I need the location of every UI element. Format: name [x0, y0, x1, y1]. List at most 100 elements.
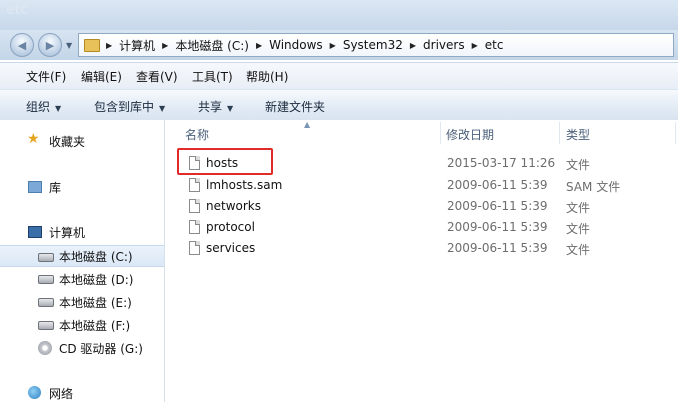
menu-bar: 文件(F) 编辑(E) 查看(V) 工具(T) 帮助(H)	[0, 62, 678, 89]
navigation-pane: ★ 收藏夹 库 计算机 本地磁盘 (C:) 本地磁盘 (D:) 本地磁盘 (E:…	[0, 120, 165, 402]
chevron-right-icon[interactable]: ▶	[162, 41, 168, 50]
sidebar-item-label[interactable]: 库	[49, 179, 61, 196]
sidebar-item-computer[interactable]: 计算机	[0, 221, 164, 243]
sidebar-item-network[interactable]: 网络	[0, 382, 164, 404]
dropdown-caret-icon[interactable]: ▼	[159, 104, 165, 113]
file-row-networks[interactable]: networks 2009-06-11 5:39 文件	[165, 196, 678, 217]
sidebar-item-drive-d[interactable]: 本地磁盘 (D:)	[0, 268, 164, 290]
file-name[interactable]: protocol	[206, 220, 255, 234]
drive-icon	[38, 321, 54, 330]
star-icon: ★	[27, 131, 40, 147]
column-header: ▲ 名称 修改日期 类型	[165, 120, 678, 146]
forward-arrow-icon: ▶	[45, 38, 55, 52]
breadcrumb-computer[interactable]: 计算机 ▶	[119, 37, 175, 54]
chevron-right-icon[interactable]: ▶	[256, 41, 262, 50]
sidebar-item-label[interactable]: 本地磁盘 (E:)	[59, 294, 132, 311]
window-title: etc	[6, 2, 28, 18]
sidebar-item-label[interactable]: 收藏夹	[49, 133, 85, 150]
sidebar-item-libraries[interactable]: 库	[0, 176, 164, 198]
sidebar-item-label[interactable]: 本地磁盘 (D:)	[59, 271, 133, 288]
file-name[interactable]: networks	[206, 199, 261, 213]
sidebar-item-drive-f[interactable]: 本地磁盘 (F:)	[0, 314, 164, 336]
breadcrumb-label[interactable]: Windows	[269, 38, 323, 52]
breadcrumb-etc[interactable]: etc	[485, 38, 504, 52]
file-row-protocol[interactable]: protocol 2009-06-11 5:39 文件	[165, 217, 678, 238]
sidebar-item-label[interactable]: 计算机	[49, 224, 85, 241]
file-type: 文件	[566, 243, 591, 257]
file-row-services[interactable]: services 2009-06-11 5:39 文件	[165, 238, 678, 259]
breadcrumb-label[interactable]: drivers	[423, 38, 465, 52]
column-divider[interactable]	[440, 122, 441, 144]
dropdown-caret-icon[interactable]: ▼	[227, 104, 233, 113]
new-folder-label[interactable]: 新建文件夹	[265, 100, 325, 114]
recent-pages-dropdown-icon[interactable]: ▼	[66, 41, 72, 50]
column-divider[interactable]	[675, 122, 676, 144]
file-date: 2015-03-17 11:26	[447, 156, 556, 170]
computer-icon	[28, 226, 42, 238]
file-type: 文件	[566, 158, 591, 172]
breadcrumb-windows[interactable]: Windows ▶	[269, 38, 343, 52]
menu-help[interactable]: 帮助(H)	[246, 68, 288, 85]
chevron-right-icon[interactable]: ▶	[410, 41, 416, 50]
dropdown-caret-icon[interactable]: ▼	[55, 104, 61, 113]
file-row-lmhosts[interactable]: lmhosts.sam 2009-06-11 5:39 SAM 文件	[165, 175, 678, 196]
file-date: 2009-06-11 5:39	[447, 199, 548, 213]
sidebar-item-label[interactable]: 本地磁盘 (C:)	[59, 248, 133, 265]
sidebar-item-label[interactable]: CD 驱动器 (G:)	[59, 340, 143, 357]
organize-button[interactable]: 组织 ▼	[26, 98, 61, 115]
column-type[interactable]: 类型	[566, 126, 590, 143]
sidebar-item-cd-drive[interactable]: CD 驱动器 (G:)	[0, 337, 164, 359]
menu-tools[interactable]: 工具(T)	[192, 68, 233, 85]
breadcrumb-root-arrow[interactable]: ▶	[104, 41, 119, 50]
drive-icon	[38, 298, 54, 307]
organize-label[interactable]: 组织	[26, 100, 50, 114]
column-date-modified[interactable]: 修改日期	[446, 126, 494, 143]
breadcrumb-label[interactable]: 本地磁盘 (C:)	[175, 37, 249, 54]
forward-button[interactable]: ▶	[38, 33, 62, 57]
file-date: 2009-06-11 5:39	[447, 220, 548, 234]
share-button[interactable]: 共享 ▼	[198, 98, 233, 115]
share-label[interactable]: 共享	[198, 100, 222, 114]
breadcrumb-drivers[interactable]: drivers ▶	[423, 38, 485, 52]
drive-icon	[38, 275, 54, 284]
highlight-box	[177, 148, 273, 175]
chevron-right-icon[interactable]: ▶	[472, 41, 478, 50]
folder-icon	[84, 38, 100, 52]
sidebar-item-label[interactable]: 本地磁盘 (F:)	[59, 317, 130, 334]
breadcrumb-system32[interactable]: System32 ▶	[343, 38, 423, 52]
menu-edit[interactable]: 编辑(E)	[81, 68, 122, 85]
file-icon	[189, 199, 200, 213]
breadcrumb-label[interactable]: 计算机	[119, 37, 155, 54]
command-bar: 组织 ▼ 包含到库中 ▼ 共享 ▼ 新建文件夹	[0, 89, 678, 121]
file-name[interactable]: lmhosts.sam	[206, 178, 282, 192]
file-type: 文件	[566, 201, 591, 215]
sidebar-item-drive-c[interactable]: 本地磁盘 (C:)	[0, 245, 164, 267]
breadcrumb-drive-c[interactable]: 本地磁盘 (C:) ▶	[175, 37, 269, 54]
file-date: 2009-06-11 5:39	[447, 241, 548, 255]
chevron-right-icon[interactable]: ▶	[106, 41, 112, 50]
sidebar-item-favorites[interactable]: ★ 收藏夹	[0, 130, 164, 152]
sidebar-item-drive-e[interactable]: 本地磁盘 (E:)	[0, 291, 164, 313]
menu-view[interactable]: 查看(V)	[136, 68, 178, 85]
column-divider[interactable]	[559, 122, 560, 144]
new-folder-button[interactable]: 新建文件夹	[265, 98, 325, 115]
file-icon	[189, 241, 200, 255]
back-arrow-icon: ◀	[17, 38, 27, 52]
chevron-right-icon[interactable]: ▶	[330, 41, 336, 50]
file-icon	[189, 220, 200, 234]
file-type: SAM 文件	[566, 180, 621, 194]
back-button[interactable]: ◀	[10, 33, 34, 57]
address-bar[interactable]: ▶ 计算机 ▶ 本地磁盘 (C:) ▶ Windows ▶ System32 ▶ dri…	[78, 33, 674, 57]
drive-icon	[38, 253, 54, 262]
breadcrumb-label[interactable]: System32	[343, 38, 403, 52]
sidebar-item-label[interactable]: 网络	[49, 385, 73, 402]
column-name[interactable]: 名称	[185, 126, 209, 143]
title-bar: etc	[0, 0, 678, 30]
breadcrumb-label[interactable]: etc	[485, 38, 504, 52]
menu-file[interactable]: 文件(F)	[26, 68, 66, 85]
cd-drive-icon	[38, 341, 52, 355]
network-icon	[28, 386, 41, 399]
include-in-library-button[interactable]: 包含到库中 ▼	[94, 98, 165, 115]
file-name[interactable]: services	[206, 241, 255, 255]
include-in-library-label[interactable]: 包含到库中	[94, 100, 154, 114]
